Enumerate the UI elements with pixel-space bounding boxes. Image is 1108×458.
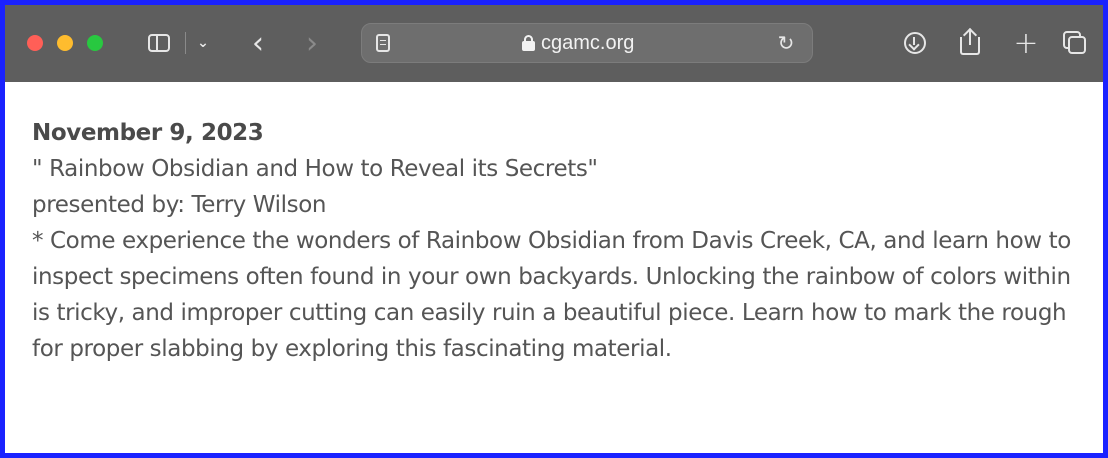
reader-mode-icon[interactable] bbox=[376, 34, 390, 52]
download-icon bbox=[904, 32, 926, 54]
tab-overview-button[interactable] bbox=[1061, 29, 1091, 59]
forward-button[interactable]: › bbox=[297, 26, 327, 61]
new-tab-button[interactable]: + bbox=[1011, 26, 1041, 61]
share-button[interactable] bbox=[955, 25, 985, 59]
lock-icon bbox=[522, 35, 535, 51]
address-bar[interactable]: cgamc.org ↻ bbox=[361, 23, 813, 63]
zoom-window-button[interactable] bbox=[87, 35, 103, 51]
close-window-button[interactable] bbox=[27, 35, 43, 51]
downloads-button[interactable] bbox=[901, 29, 929, 57]
event-description: * Come experience the wonders of Rainbow… bbox=[32, 228, 1071, 362]
toolbar-divider bbox=[185, 32, 186, 54]
back-button[interactable]: ‹ bbox=[243, 26, 273, 61]
chevron-down-icon[interactable]: ⌄ bbox=[193, 31, 213, 55]
reload-button[interactable]: ↻ bbox=[774, 31, 798, 55]
url-text: cgamc.org bbox=[541, 31, 635, 54]
event-date: November 9, 2023 bbox=[32, 120, 264, 146]
sidebar-toggle-button[interactable] bbox=[145, 29, 173, 57]
sidebar-icon bbox=[148, 34, 170, 52]
event-title: " Rainbow Obsidian and How to Reveal its… bbox=[32, 156, 598, 182]
minimize-window-button[interactable] bbox=[57, 35, 73, 51]
page-content: November 9, 2023 " Rainbow Obsidian and … bbox=[32, 115, 1092, 367]
url-display[interactable]: cgamc.org bbox=[522, 24, 634, 62]
browser-window: ⌄ ‹ › cgamc.org ↻ + November 9, 2023 " R… bbox=[0, 0, 1108, 458]
event-presenter: presented by: Terry Wilson bbox=[32, 192, 327, 218]
browser-toolbar: ⌄ ‹ › cgamc.org ↻ + bbox=[5, 5, 1103, 82]
